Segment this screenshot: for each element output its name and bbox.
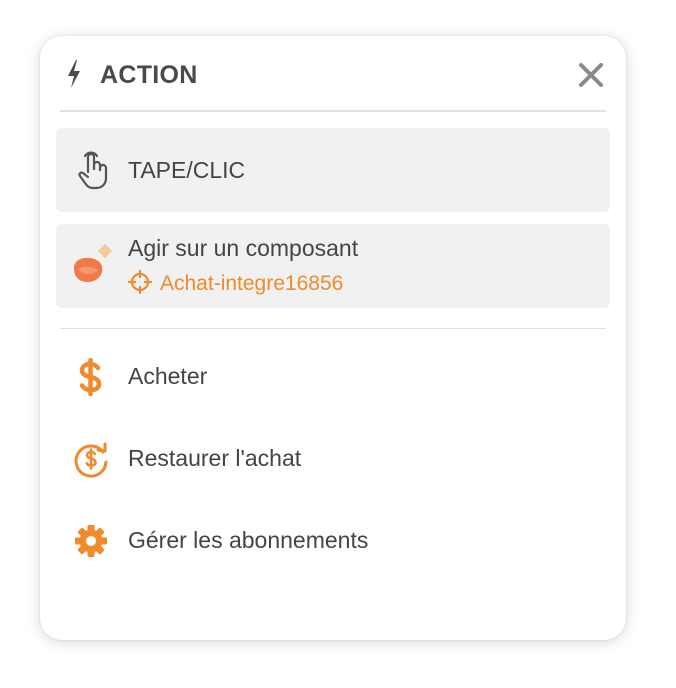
restore-purchase-label: Restaurer l'achat [128,445,302,471]
component-target-name: Achat-integre16856 [160,272,344,295]
action-panel: ACTION TAPE/CLIC Agir sur un composant A… [40,36,626,640]
tap-click-label: TAPE/CLIC [128,157,246,183]
component-action-option[interactable]: Agir sur un composant Achat-integre16856 [56,224,610,308]
header-divider [60,110,606,112]
gear-icon [75,525,107,557]
restore-purchase-icon [74,442,108,478]
panel-header: ACTION [60,36,606,112]
buy-option[interactable]: Acheter [56,344,610,408]
section-divider [60,328,606,329]
buy-label: Acheter [128,363,208,389]
component-target[interactable]: Achat-integre16856 [127,269,344,297]
dollar-icon [79,358,102,396]
crosshair-icon [127,269,153,295]
manage-subscriptions-label: Gérer les abonnements [128,527,369,553]
restore-purchase-option[interactable]: Restaurer l'achat [56,426,610,490]
panel-title: ACTION [100,61,198,89]
bolt-icon [68,60,80,88]
component-action-label: Agir sur un composant [128,235,359,261]
tap-click-option[interactable]: TAPE/CLIC [56,128,610,212]
pointer-hand-icon [78,151,108,190]
manage-subscriptions-option[interactable]: Gérer les abonnements [56,508,610,572]
close-icon[interactable] [578,62,604,88]
component-icon [74,243,113,282]
